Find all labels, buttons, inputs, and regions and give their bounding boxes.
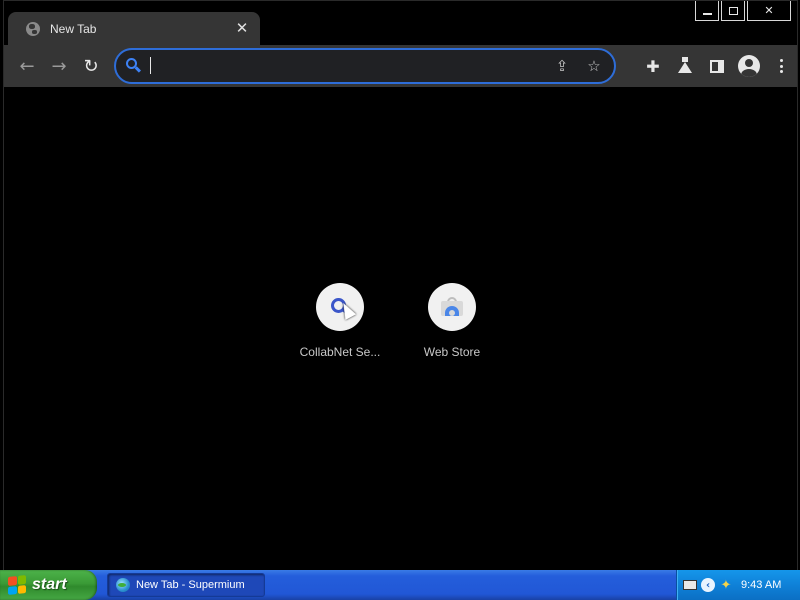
mouse-cursor-icon	[337, 300, 357, 320]
start-label: start	[32, 576, 67, 593]
toolbar-actions: ✚	[637, 50, 797, 82]
shortcut-tile[interactable]	[428, 283, 476, 331]
tab-strip: New Tab ✕ ✕	[4, 1, 797, 45]
shortcut-label: Web Store	[423, 345, 481, 359]
minimize-button[interactable]	[695, 1, 719, 21]
new-tab-page: CollabNet Se... Web Store	[4, 87, 797, 571]
shortcut-label: CollabNet Se...	[299, 345, 381, 359]
shortcut-web-store[interactable]: Web Store	[402, 283, 502, 359]
extensions-puzzle-icon[interactable]: ✚	[637, 50, 669, 82]
desktop: New Tab ✕ ✕ ← → ↻ ⇪ ☆ ✚ CollabNet Se... …	[0, 0, 800, 600]
browser-window: New Tab ✕ ✕ ← → ↻ ⇪ ☆ ✚ CollabNet Se... …	[3, 0, 798, 571]
profile-button[interactable]	[733, 50, 765, 82]
windows-logo-icon	[8, 575, 26, 595]
browser-globe-icon	[116, 578, 130, 592]
labs-flask-button[interactable]	[669, 50, 701, 82]
web-store-icon	[441, 297, 463, 317]
taskbar-item-label: New Tab - Supermium	[136, 579, 245, 591]
address-input[interactable]	[142, 50, 548, 82]
text-caret	[150, 57, 151, 74]
maximize-icon	[728, 6, 738, 15]
taskbar-item-browser[interactable]: New Tab - Supermium	[107, 573, 265, 597]
start-button[interactable]: start	[0, 570, 97, 600]
maximize-button[interactable]	[721, 1, 745, 21]
back-button[interactable]: ←	[11, 50, 43, 82]
bookmark-star-icon[interactable]: ☆	[580, 52, 608, 80]
tab-title: New Tab	[50, 21, 97, 36]
magic-wand-icon[interactable]: ✦	[719, 578, 733, 593]
taskbar: start New Tab - Supermium ‹ ✦ 9:43 AM	[0, 570, 800, 600]
menu-button[interactable]	[765, 50, 797, 82]
clock[interactable]: 9:43 AM	[741, 579, 781, 591]
flask-icon	[678, 57, 692, 73]
tab-close-button[interactable]: ✕	[230, 21, 254, 36]
tray-expand-chevron-icon[interactable]: ‹	[701, 578, 715, 592]
avatar-icon	[738, 55, 760, 77]
window-controls: ✕	[693, 1, 791, 23]
keyboard-icon[interactable]	[683, 580, 697, 590]
reload-button[interactable]: ↻	[75, 50, 107, 82]
tab-new-tab[interactable]: New Tab ✕	[8, 12, 260, 45]
address-bar[interactable]: ⇪ ☆	[114, 48, 616, 84]
shortcut-tile[interactable]	[316, 283, 364, 331]
minimize-icon	[702, 12, 712, 15]
browser-toolbar: ← → ↻ ⇪ ☆ ✚	[4, 45, 797, 87]
shortcut-collabnet[interactable]: CollabNet Se...	[290, 283, 390, 359]
share-icon[interactable]: ⇪	[548, 52, 576, 80]
system-tray: ‹ ✦ 9:43 AM	[676, 570, 800, 600]
side-panel-button[interactable]	[701, 50, 733, 82]
side-panel-icon	[710, 59, 724, 73]
kebab-menu-icon	[779, 59, 783, 73]
globe-icon	[26, 21, 40, 36]
close-window-button[interactable]: ✕	[747, 1, 791, 21]
search-icon	[126, 58, 142, 74]
forward-button[interactable]: →	[43, 50, 75, 82]
